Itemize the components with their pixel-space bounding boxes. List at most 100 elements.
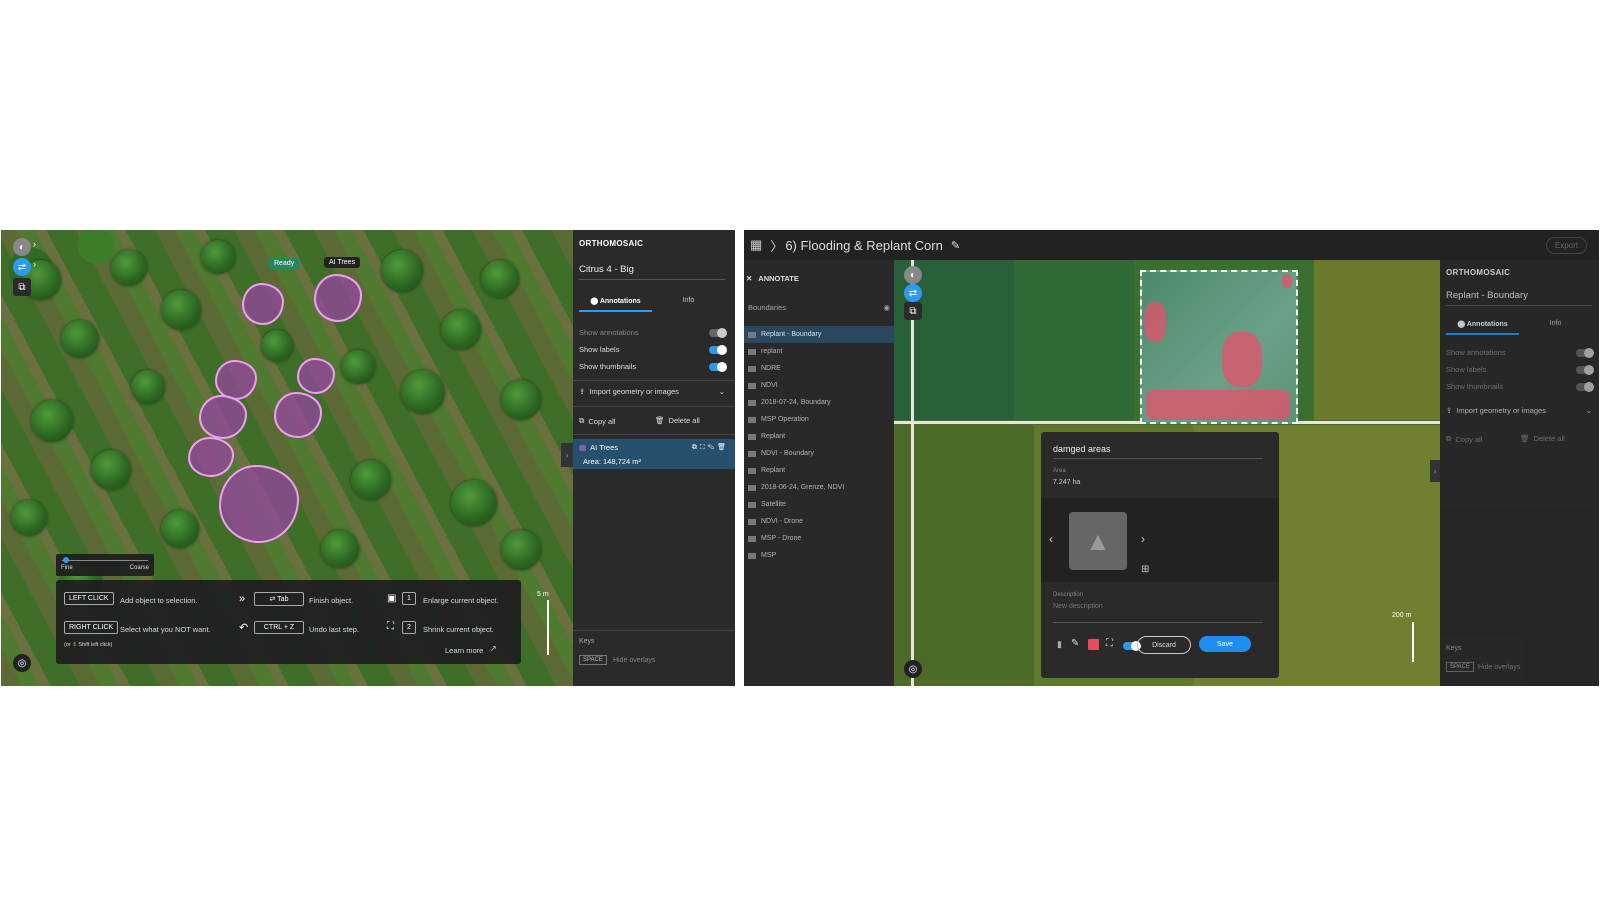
layer-item[interactable]: Satellite: [744, 496, 894, 513]
layer-item[interactable]: Replant: [744, 428, 894, 445]
selection-polygon[interactable]: [242, 283, 284, 325]
select-icon[interactable]: ⛶: [700, 444, 708, 451]
trash-icon[interactable]: ▮: [1057, 639, 1062, 650]
layer-item[interactable]: MSP: [744, 547, 894, 564]
toggle-label: Show annotations: [579, 328, 639, 337]
toggle-row: Show thumbnails: [579, 358, 727, 375]
tab-info[interactable]: Info: [1519, 315, 1592, 335]
edit-icon[interactable]: ✎: [708, 444, 717, 451]
export-button[interactable]: Export: [1545, 236, 1587, 254]
discard-button[interactable]: Discard: [1137, 636, 1191, 654]
layer-item[interactable]: MSP Operation: [744, 411, 894, 428]
show-annotations-toggle[interactable]: [1576, 347, 1594, 358]
layer-thumbnail-icon: [748, 382, 756, 389]
layer-item[interactable]: NDVI - Drone: [744, 513, 894, 530]
fine-coarse-slider[interactable]: Fine Coarse: [56, 554, 154, 576]
layer-label: replant: [761, 348, 783, 355]
share-icon[interactable]: ⇄: [13, 258, 31, 276]
layers-icon[interactable]: ⧉: [13, 278, 31, 296]
layer-item[interactable]: NDRE: [744, 360, 894, 377]
layer-item[interactable]: Replant - Boundary: [744, 326, 894, 343]
avatar[interactable]: ◐: [904, 266, 922, 284]
orthomosaic-name[interactable]: Citrus 4 - Big: [579, 264, 725, 280]
avatar[interactable]: ◐: [13, 238, 31, 256]
layer-item[interactable]: NDVI: [744, 377, 894, 394]
copy-all-button[interactable]: ⧉ Copy all: [1446, 434, 1482, 444]
tab-annotations[interactable]: ⬤ Annotations: [1446, 315, 1519, 335]
external-link-icon[interactable]: ↗: [490, 644, 497, 653]
tree-canopy: [161, 510, 199, 548]
selection-polygon[interactable]: [219, 465, 299, 543]
layers-icon[interactable]: ⧉: [904, 302, 922, 320]
edit-icon[interactable]: ✎: [951, 239, 960, 252]
selection-polygon[interactable]: [188, 437, 234, 477]
slider-track[interactable]: [62, 560, 148, 561]
chevron-right-icon[interactable]: ›: [1141, 532, 1145, 546]
tree-canopy: [441, 310, 481, 350]
orthomosaic-map[interactable]: Ready AI Trees ◐ › ⇄ › ⧉ ◎ 5 m Fine Coar…: [1, 230, 573, 686]
selection-polygon[interactable]: [297, 358, 335, 394]
apps-grid-icon[interactable]: ▦: [750, 237, 762, 253]
orthomosaic-name[interactable]: Replant - Boundary: [1446, 290, 1592, 306]
edit-geometry-icon[interactable]: ✎: [1071, 638, 1079, 649]
chevron-right-icon[interactable]: ›: [33, 239, 36, 249]
selection-polygon[interactable]: [215, 360, 257, 400]
selected-field-boundary[interactable]: [1140, 270, 1298, 424]
trash-icon[interactable]: 🗑: [717, 444, 729, 451]
import-geometry-button[interactable]: ⇪ Import geometry or images ⌄: [579, 387, 725, 396]
show-thumbnails-toggle[interactable]: [1576, 381, 1594, 392]
description-input[interactable]: New description: [1053, 603, 1263, 623]
annotation-title-input[interactable]: damged areas: [1053, 444, 1263, 459]
breadcrumb[interactable]: 6) Flooding & Replant Corn: [785, 238, 943, 253]
image-placeholder[interactable]: ▲: [1069, 512, 1127, 570]
show-labels-toggle[interactable]: [709, 344, 727, 355]
globe-icon[interactable]: ◎: [904, 660, 922, 678]
layer-thumbnail-icon: [748, 399, 756, 406]
selection-polygon[interactable]: [314, 274, 362, 322]
eye-icon[interactable]: ◉: [883, 303, 890, 312]
layer-item[interactable]: Replant: [744, 462, 894, 479]
import-geometry-button[interactable]: ⇪ Import geometry or images ⌄: [1446, 406, 1592, 415]
learn-more-link[interactable]: Learn more: [445, 646, 483, 655]
slider-knob[interactable]: [63, 557, 70, 563]
layer-thumbnail-icon: [748, 450, 756, 457]
right-click-hint: (or ⇧ Shift left click): [64, 642, 113, 648]
panel-collapse-handle[interactable]: ›: [1430, 460, 1440, 482]
layer-item[interactable]: 2018-06-24, Grenze, NDVI: [744, 479, 894, 496]
tab-info[interactable]: Info: [652, 292, 725, 312]
chevron-down-icon: ⌄: [718, 387, 725, 396]
copy-all-button[interactable]: ⧉ Copy all: [579, 416, 615, 426]
undo-icon: ↶: [239, 622, 249, 634]
save-button[interactable]: Save: [1199, 636, 1251, 652]
layer-item[interactable]: 2018-07-24, Boundary: [744, 394, 894, 411]
copy-icon[interactable]: ⧉: [692, 444, 700, 451]
tab-annotations[interactable]: ⬤ Annotations: [579, 292, 652, 312]
layer-thumbnail-icon: [748, 518, 756, 525]
annotation-item[interactable]: ▦ AI Trees ⧉⛶✎🗑 Area: 148,724 m²: [573, 439, 735, 469]
layer-item[interactable]: NDVI - Boundary: [744, 445, 894, 462]
show-annotations-toggle[interactable]: [709, 327, 727, 338]
layer-item[interactable]: replant: [744, 343, 894, 360]
delete-all-button[interactable]: 🗑 Delete all: [655, 416, 700, 425]
chevron-right-icon[interactable]: ›: [33, 259, 36, 269]
trash-icon: 🗑: [1520, 434, 1530, 443]
globe-icon[interactable]: ◎: [13, 654, 31, 672]
share-icon[interactable]: ⇄: [904, 284, 922, 302]
select-area-icon[interactable]: ⛶: [1106, 638, 1113, 649]
layer-item[interactable]: MSP - Drone: [744, 530, 894, 547]
tree-canopy: [501, 530, 541, 570]
delete-all-button[interactable]: 🗑 Delete all: [1520, 434, 1565, 443]
selection-polygon[interactable]: [274, 392, 322, 438]
selection-polygon[interactable]: [199, 395, 247, 439]
chevron-left-icon[interactable]: ‹: [1049, 532, 1053, 546]
panel-collapse-handle[interactable]: ›: [561, 443, 573, 467]
show-thumbnails-toggle[interactable]: [709, 361, 727, 372]
boundaries-header[interactable]: Boundaries ◉: [744, 303, 894, 312]
enlarge-key: 1: [402, 592, 416, 605]
add-image-icon[interactable]: ⊞: [1141, 564, 1149, 575]
left-screenshot: Ready AI Trees ◐ › ⇄ › ⧉ ◎ 5 m Fine Coar…: [1, 230, 735, 686]
close-icon[interactable]: ✕: [746, 274, 752, 283]
color-swatch[interactable]: [1088, 639, 1099, 650]
show-labels-toggle[interactable]: [1576, 364, 1594, 375]
tab-key: ⇄ Tab: [254, 592, 304, 606]
